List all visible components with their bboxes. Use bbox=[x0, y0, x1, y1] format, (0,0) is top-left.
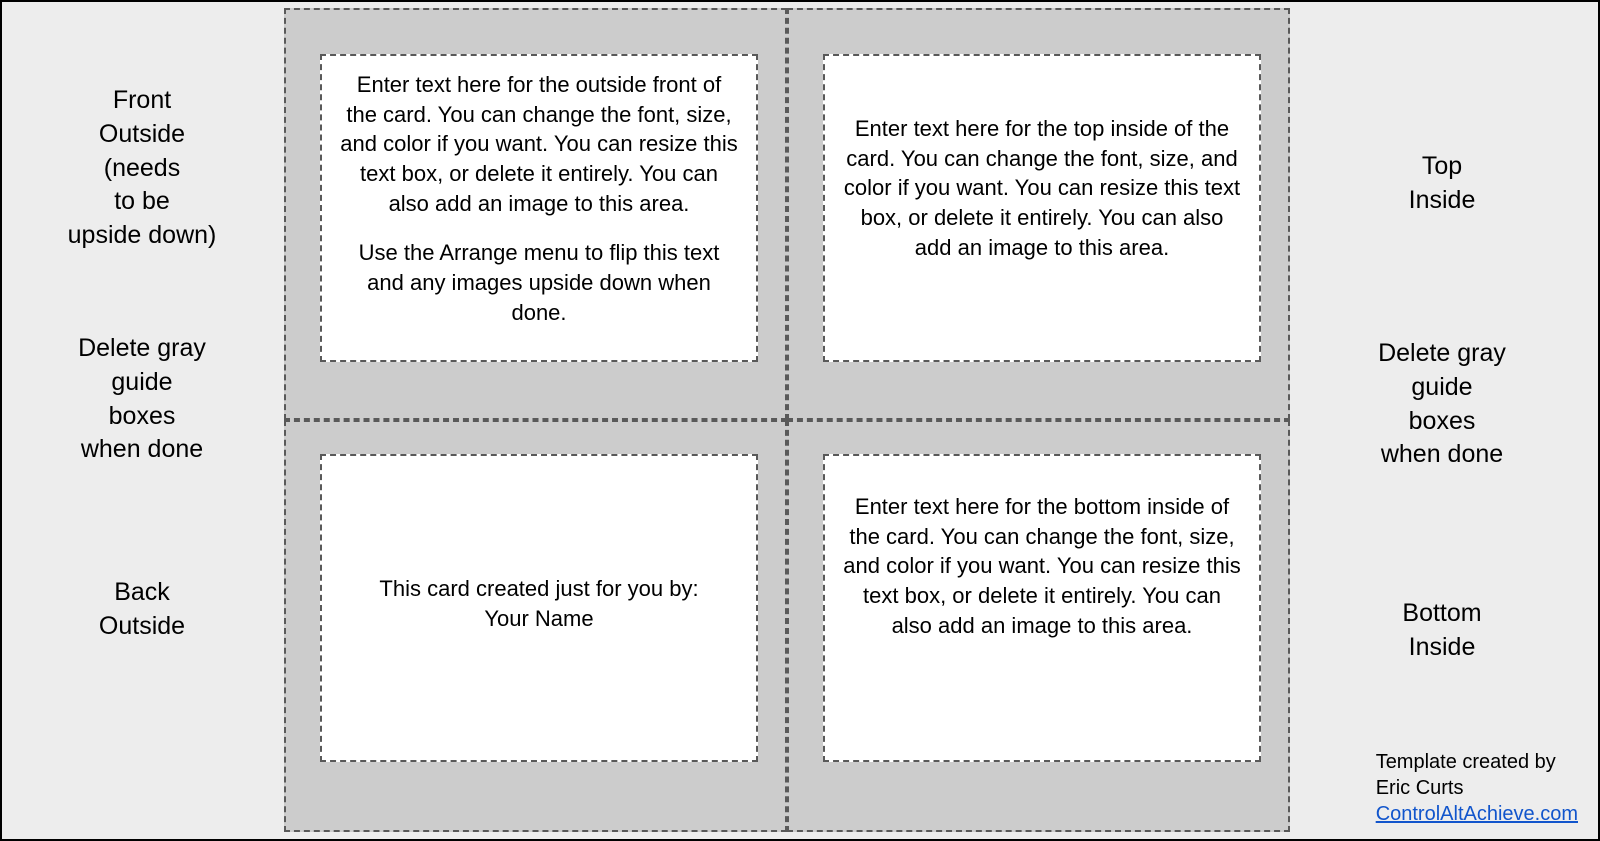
label-bottom-inside: Bottom Inside bbox=[1286, 597, 1598, 665]
text-top-inside: Enter text here for the top inside of th… bbox=[843, 114, 1241, 262]
guide-box-back-outside[interactable]: This card created just for you by: Your … bbox=[284, 420, 787, 832]
textbox-back-outside[interactable]: This card created just for you by: Your … bbox=[320, 454, 758, 762]
card-template-area: Enter text here for the outside front of… bbox=[284, 8, 1290, 832]
label-back-outside: Back Outside bbox=[2, 576, 282, 644]
template-credit: Template created by Eric Curts ControlAl… bbox=[1376, 749, 1578, 827]
text-front-outside-p2: Use the Arrange menu to flip this text a… bbox=[340, 238, 738, 327]
credit-line2: Eric Curts bbox=[1376, 775, 1578, 801]
label-top-inside: Top Inside bbox=[1286, 150, 1598, 218]
label-delete-guide-left: Delete gray guide boxes when done bbox=[2, 332, 282, 467]
guide-box-bottom-inside[interactable]: Enter text here for the bottom inside of… bbox=[787, 420, 1290, 832]
label-delete-guide-right: Delete gray guide boxes when done bbox=[1286, 337, 1598, 472]
text-bottom-inside: Enter text here for the bottom inside of… bbox=[843, 492, 1241, 640]
credit-line1: Template created by bbox=[1376, 749, 1578, 775]
guide-box-top-inside[interactable]: Enter text here for the top inside of th… bbox=[787, 8, 1290, 420]
textbox-bottom-inside[interactable]: Enter text here for the bottom inside of… bbox=[823, 454, 1261, 762]
guide-box-front-outside[interactable]: Enter text here for the outside front of… bbox=[284, 8, 787, 420]
textbox-top-inside[interactable]: Enter text here for the top inside of th… bbox=[823, 54, 1261, 362]
textbox-front-outside[interactable]: Enter text here for the outside front of… bbox=[320, 54, 758, 362]
credit-link[interactable]: ControlAltAchieve.com bbox=[1376, 803, 1578, 825]
text-back-outside: This card created just for you by: Your … bbox=[379, 574, 698, 633]
label-front-outside: Front Outside (needs to be upside down) bbox=[2, 84, 282, 253]
text-front-outside-p1: Enter text here for the outside front of… bbox=[340, 70, 738, 218]
